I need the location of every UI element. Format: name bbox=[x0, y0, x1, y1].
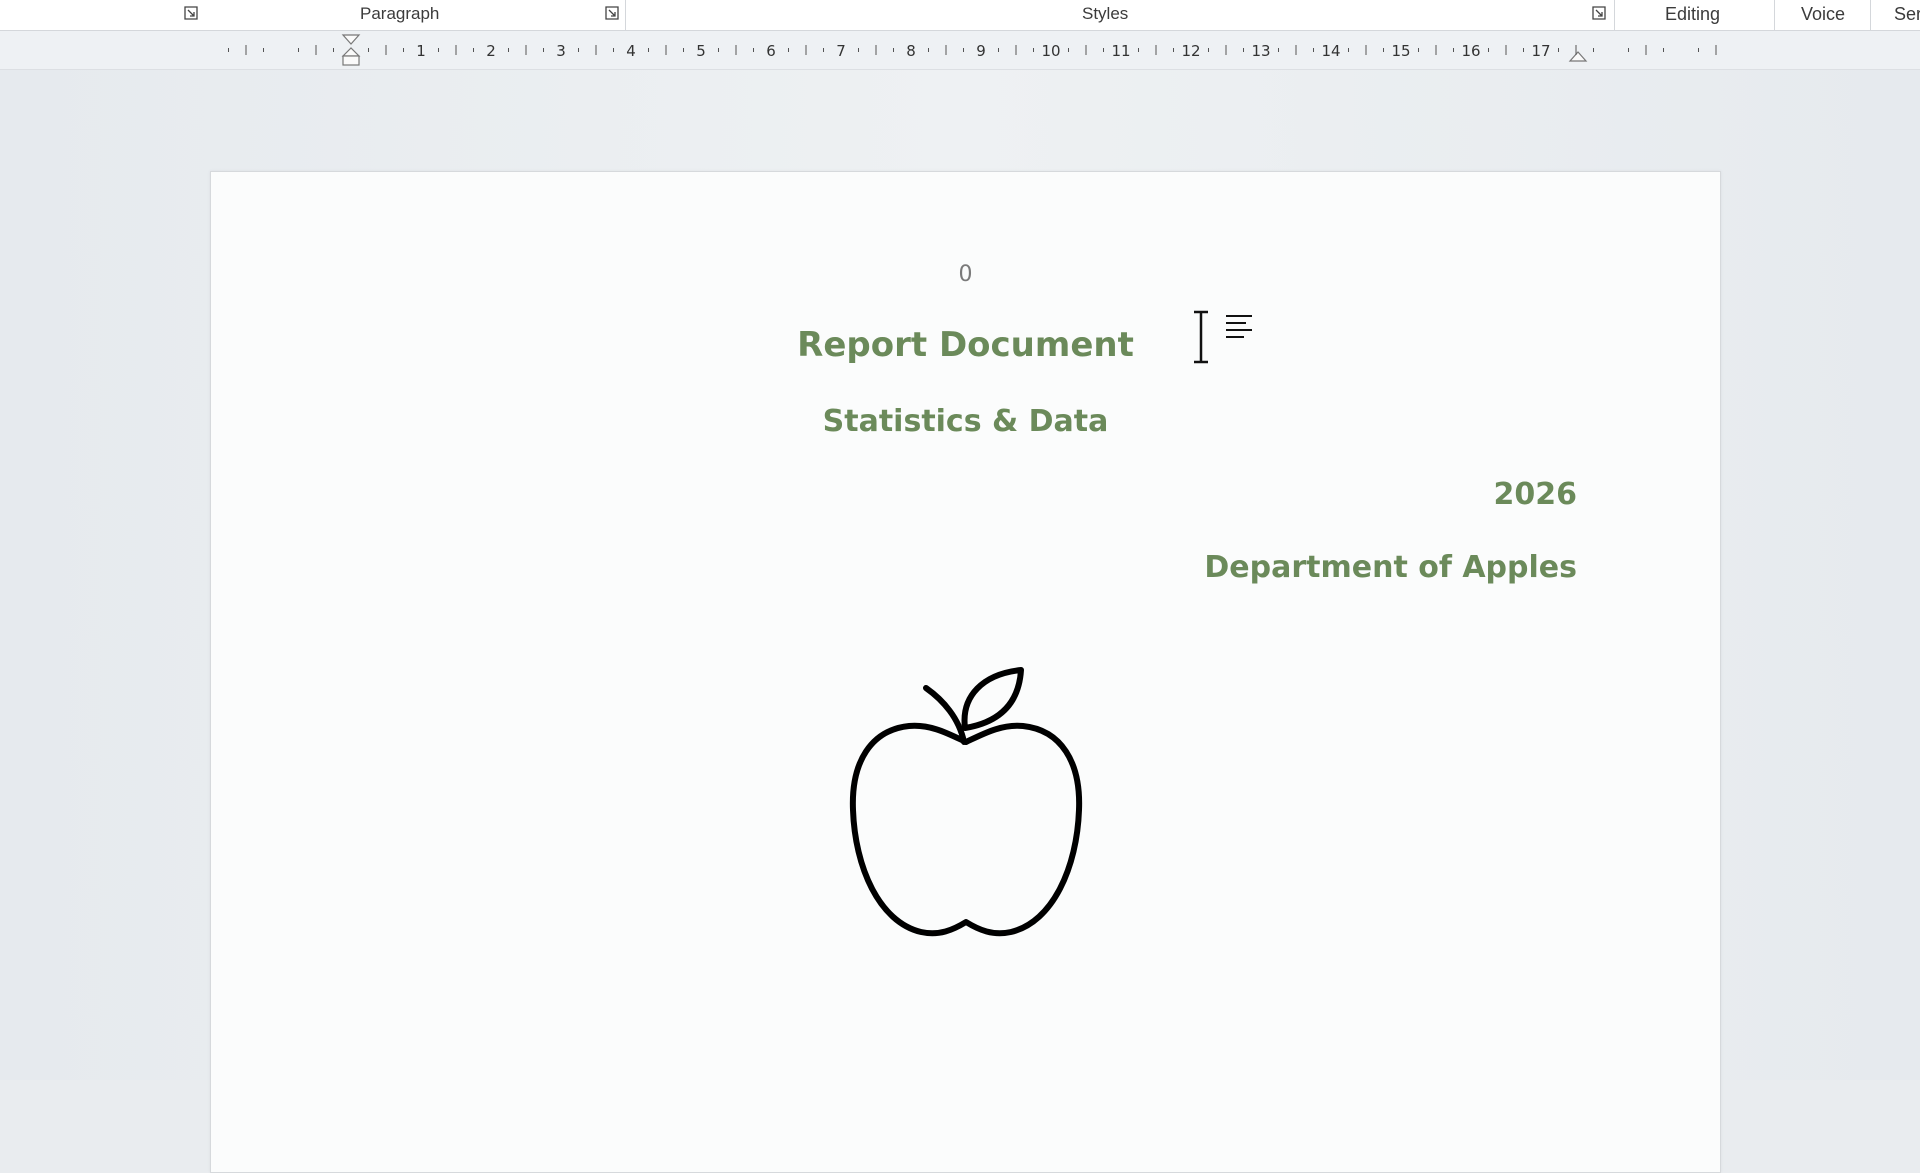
left-indent-marker-icon[interactable] bbox=[341, 34, 361, 66]
document-page[interactable]: 0 Report Document Statistics & Data 2026… bbox=[210, 171, 1721, 1173]
ruler-number: 12 bbox=[1181, 42, 1200, 60]
ruler-number: 15 bbox=[1391, 42, 1410, 60]
ruler-number: 11 bbox=[1111, 42, 1130, 60]
right-indent-marker-icon[interactable] bbox=[1568, 51, 1588, 62]
ruler-number: 13 bbox=[1251, 42, 1270, 60]
document-year[interactable]: 2026 bbox=[1494, 477, 1578, 512]
styles-group-label: Styles bbox=[1082, 4, 1129, 23]
document-subtitle[interactable]: Statistics & Data bbox=[211, 404, 1720, 439]
ruler-number: 17 bbox=[1531, 42, 1550, 60]
ruler-number: 3 bbox=[556, 42, 566, 60]
ribbon-separator bbox=[1614, 0, 1615, 30]
i-beam-cursor-icon bbox=[1194, 310, 1252, 364]
paragraph-group-label: Paragraph bbox=[360, 4, 440, 23]
ruler-number: 4 bbox=[626, 42, 636, 60]
ruler-number: 5 bbox=[696, 42, 706, 60]
ruler-number: 7 bbox=[836, 42, 846, 60]
ruler-number: 1 bbox=[416, 42, 426, 60]
ribbon-separator bbox=[625, 0, 626, 30]
ruler-number: 2 bbox=[486, 42, 496, 60]
document-department[interactable]: Department of Apples bbox=[1204, 550, 1577, 585]
document-title[interactable]: Report Document bbox=[211, 325, 1720, 365]
ribbon-separator bbox=[1774, 0, 1775, 30]
ribbon-separator bbox=[1870, 0, 1871, 30]
horizontal-ruler[interactable]: 1 2 3 4 5 6 7 8 9 10 11 12 13 14 15 16 17 bbox=[0, 31, 1920, 70]
ruler-scale: 1 2 3 4 5 6 7 8 9 10 11 12 13 14 15 16 17 bbox=[228, 34, 1717, 66]
ruler-number: 14 bbox=[1321, 42, 1340, 60]
ruler-number: 10 bbox=[1041, 42, 1060, 60]
page-number: 0 bbox=[958, 262, 973, 287]
ruler-number: 8 bbox=[906, 42, 916, 60]
sensitivity-button[interactable]: Ser bbox=[1894, 4, 1920, 25]
ruler-number: 16 bbox=[1461, 42, 1480, 60]
ruler-number: 9 bbox=[976, 42, 986, 60]
voice-button[interactable]: Voice bbox=[1801, 4, 1845, 25]
document-workspace: 0 Report Document Statistics & Data 2026… bbox=[0, 70, 1920, 1173]
paragraph-dialog-launcher-icon[interactable] bbox=[605, 6, 619, 20]
editing-button[interactable]: Editing bbox=[1665, 4, 1720, 25]
styles-dialog-launcher-icon[interactable] bbox=[1592, 6, 1606, 20]
ruler-number: 6 bbox=[766, 42, 776, 60]
ribbon-group-labels: Paragraph Styles Editing Voice Ser bbox=[0, 0, 1920, 31]
font-dialog-launcher-icon[interactable] bbox=[184, 6, 198, 20]
apple-outline-icon[interactable] bbox=[831, 652, 1101, 972]
